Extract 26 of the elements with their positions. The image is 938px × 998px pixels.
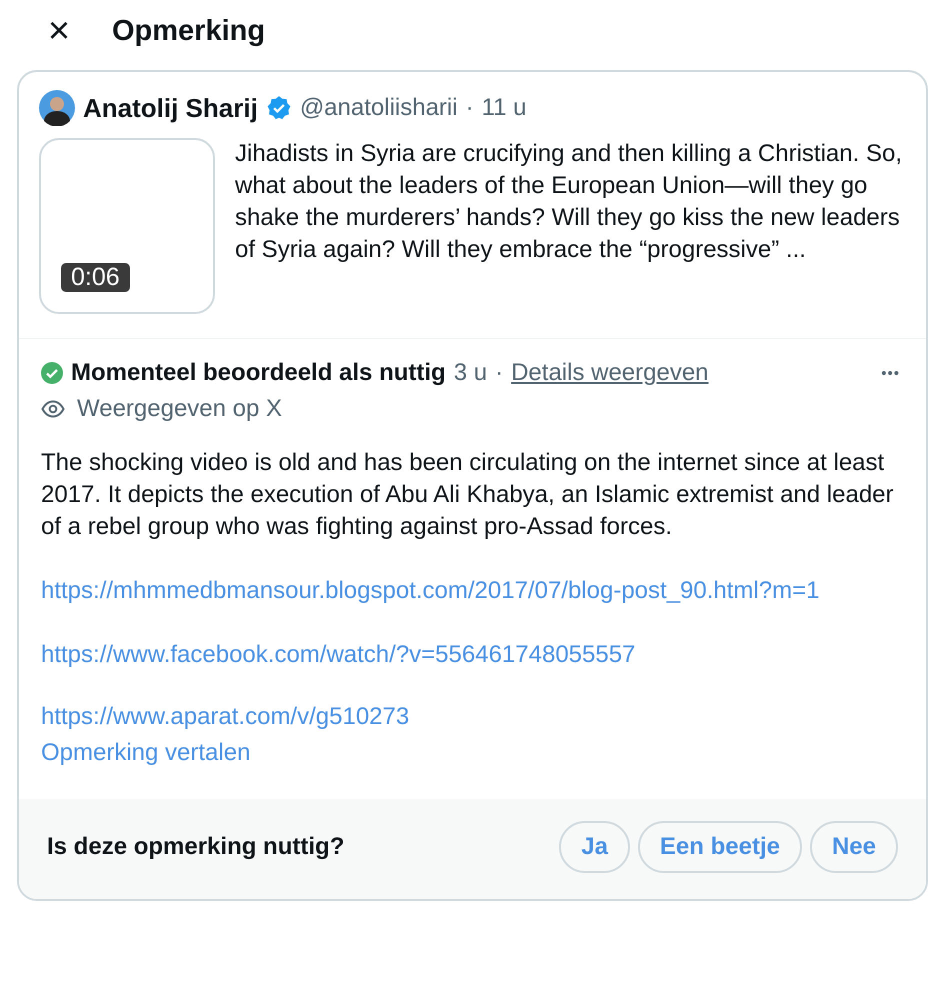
post-time: 11 u xyxy=(482,94,527,122)
more-button[interactable]: ••• xyxy=(875,364,906,382)
author-handle: @anatoliisharii xyxy=(300,94,458,122)
source-link[interactable]: https://mhmmedbmansour.blogspot.com/2017/07/blog-post_90.html?m=1 xyxy=(41,575,906,607)
rating-option[interactable]: Ja xyxy=(559,821,630,873)
rating-option[interactable]: Een beetje xyxy=(638,821,802,873)
source-link[interactable]: https://www.facebook.com/watch/?v=556461748055557 xyxy=(41,639,906,671)
video-duration: 0:06 xyxy=(61,263,130,292)
eye-icon xyxy=(41,400,65,418)
rating-option[interactable]: Nee xyxy=(810,821,898,873)
separator-dot: · xyxy=(495,359,504,387)
video-thumbnail[interactable]: 0:06 xyxy=(39,138,215,314)
note-time: 3 u xyxy=(454,359,488,387)
note-text: The shocking video is old and has been circulating on the internet since at least 2017. It depicts the execution of Abu Ali Khabya, an Islamic extremist and leader of a rebel group who was fighting against pro-Assad forces. xyxy=(41,448,895,542)
post-text: Jihadists in Syria are crucifying and then killing a Christian. So, what about the leaders of the European Union—will they go shake the murderers’ hands? Will they go kiss the new leaders of Syria again? Will they embrace the “progressive” ... xyxy=(235,139,903,265)
rating-question: Is deze opmerking nuttig? xyxy=(47,833,346,861)
visibility-label: Weergegeven op X xyxy=(77,395,282,423)
page-title: Opmerking xyxy=(112,14,266,48)
details-link[interactable]: Details weergeven xyxy=(511,359,709,387)
avatar-icon xyxy=(39,90,75,126)
author-name: Anatolij Sharij xyxy=(83,92,258,124)
translate-link[interactable]: Opmerking vertalen xyxy=(41,737,906,769)
close-button[interactable]: × xyxy=(37,12,81,50)
source-link[interactable]: https://www.aparat.com/v/g510273 xyxy=(41,701,906,733)
note-status: Momenteel beoordeeld als nuttig xyxy=(71,359,446,387)
separator-dot: · xyxy=(466,94,474,122)
